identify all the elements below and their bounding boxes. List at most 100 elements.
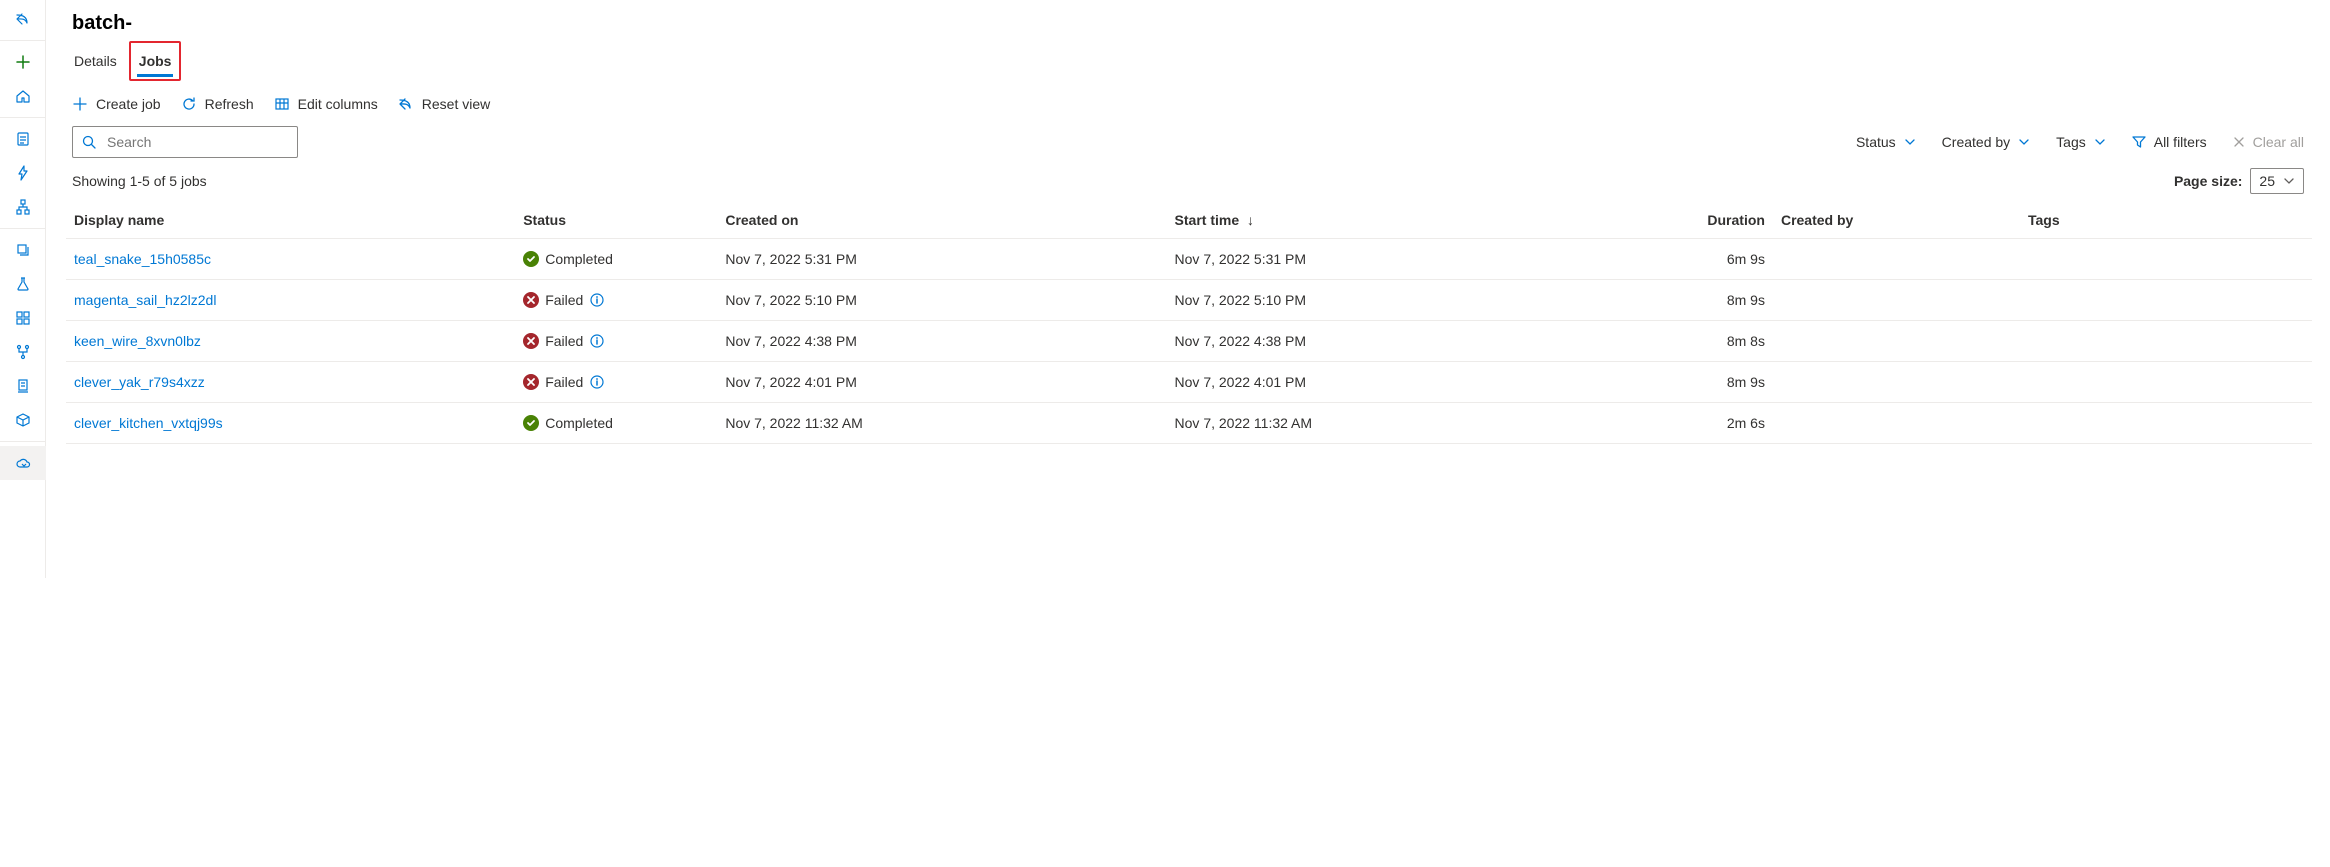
status-text: Failed xyxy=(545,292,583,308)
cell-created-on: Nov 7, 2022 5:31 PM xyxy=(717,239,1166,280)
page-size-label: Page size: xyxy=(2174,173,2242,189)
table-row: keen_wire_8xvn0lbz Failed Nov 7, 2022 4:38… xyxy=(66,321,2312,362)
bolt-icon[interactable] xyxy=(0,156,46,190)
page-size: Page size: 25 xyxy=(2174,168,2304,194)
search-icon xyxy=(81,134,97,150)
home-icon[interactable] xyxy=(0,79,46,113)
page-title: batch- xyxy=(72,12,2330,35)
filter-tags[interactable]: Tags xyxy=(2056,134,2106,150)
status-failed-icon xyxy=(523,333,539,349)
results-summary: Showing 1-5 of 5 jobs xyxy=(72,173,207,189)
cell-created-by xyxy=(1773,239,2020,280)
clear-all-label: Clear all xyxy=(2253,134,2304,150)
page-size-value: 25 xyxy=(2259,173,2275,189)
cell-tags xyxy=(2020,362,2312,403)
col-tags[interactable]: Tags xyxy=(2020,202,2312,239)
filter-created-by[interactable]: Created by xyxy=(1942,134,2030,150)
search-box[interactable] xyxy=(72,126,298,158)
chevron-down-icon xyxy=(1904,136,1916,148)
server-icon[interactable] xyxy=(0,369,46,403)
sort-desc-icon: ↓ xyxy=(1247,212,1254,228)
cell-status: Completed xyxy=(515,403,717,444)
tab-jobs[interactable]: Jobs xyxy=(137,47,174,77)
clipboard-icon[interactable] xyxy=(0,122,46,156)
job-link[interactable]: magenta_sail_hz2lz2dl xyxy=(74,292,216,308)
edit-columns-button[interactable]: Edit columns xyxy=(274,96,378,112)
page-size-select[interactable]: 25 xyxy=(2250,168,2304,194)
sidebar-divider xyxy=(0,228,45,229)
status-text: Failed xyxy=(545,374,583,390)
cell-created-on: Nov 7, 2022 4:38 PM xyxy=(717,321,1166,362)
job-link[interactable]: clever_kitchen_vxtqj99s xyxy=(74,415,223,431)
col-status[interactable]: Status xyxy=(515,202,717,239)
cube-icon[interactable] xyxy=(0,403,46,437)
table-row: magenta_sail_hz2lz2dl Failed Nov 7, 2022 5… xyxy=(66,280,2312,321)
cell-created-by xyxy=(1773,403,2020,444)
cell-display-name: magenta_sail_hz2lz2dl xyxy=(66,280,515,321)
col-start-time[interactable]: Start time ↓ xyxy=(1167,202,1661,239)
col-created-on[interactable]: Created on xyxy=(717,202,1166,239)
filter-all[interactable]: All filters xyxy=(2132,134,2207,150)
filter-status[interactable]: Status xyxy=(1856,134,1916,150)
cell-duration: 8m 9s xyxy=(1661,362,1773,403)
status-text: Completed xyxy=(545,415,613,431)
flask-icon[interactable] xyxy=(0,267,46,301)
sidebar-divider xyxy=(0,441,45,442)
grid-icon[interactable] xyxy=(0,301,46,335)
col-display-name[interactable]: Display name xyxy=(66,202,515,239)
job-link[interactable]: teal_snake_15h0585c xyxy=(74,251,211,267)
cell-duration: 6m 9s xyxy=(1661,239,1773,280)
cell-created-by xyxy=(1773,362,2020,403)
cell-tags xyxy=(2020,321,2312,362)
stack-icon[interactable] xyxy=(0,233,46,267)
col-duration[interactable]: Duration xyxy=(1661,202,1773,239)
search-input[interactable] xyxy=(105,133,290,151)
branch-icon[interactable] xyxy=(0,335,46,369)
hierarchy-icon[interactable] xyxy=(0,190,46,224)
filter-icon xyxy=(2132,135,2146,149)
cell-display-name: clever_kitchen_vxtqj99s xyxy=(66,403,515,444)
refresh-icon xyxy=(181,96,197,112)
cell-tags xyxy=(2020,239,2312,280)
toolbar: Create job Refresh Edit columns Reset vi… xyxy=(72,96,2330,112)
refresh-button[interactable]: Refresh xyxy=(181,96,254,112)
job-link[interactable]: clever_yak_r79s4xzz xyxy=(74,374,205,390)
job-link[interactable]: keen_wire_8xvn0lbz xyxy=(74,333,201,349)
cell-tags xyxy=(2020,403,2312,444)
main-content: batch- Details Jobs Create job Refresh xyxy=(46,0,2330,578)
tabs: Details Jobs xyxy=(72,47,2330,78)
back-icon[interactable] xyxy=(0,2,46,36)
cell-display-name: keen_wire_8xvn0lbz xyxy=(66,321,515,362)
status-text: Failed xyxy=(545,333,583,349)
info-icon[interactable] xyxy=(589,374,605,390)
close-icon xyxy=(2233,136,2245,148)
clear-all-button[interactable]: Clear all xyxy=(2233,134,2304,150)
edit-columns-label: Edit columns xyxy=(298,96,378,112)
cell-start-time: Nov 7, 2022 5:31 PM xyxy=(1167,239,1661,280)
table-row: teal_snake_15h0585cCompletedNov 7, 2022 … xyxy=(66,239,2312,280)
info-icon[interactable] xyxy=(589,333,605,349)
tab-details[interactable]: Details xyxy=(72,47,119,77)
filter-bar: Status Created by Tags xyxy=(1856,134,2304,150)
create-job-button[interactable]: Create job xyxy=(72,96,161,112)
status-failed-icon xyxy=(523,292,539,308)
plus-icon xyxy=(72,96,88,112)
sidebar-divider xyxy=(0,117,45,118)
cell-duration: 8m 8s xyxy=(1661,321,1773,362)
cell-created-by xyxy=(1773,280,2020,321)
filter-all-label: All filters xyxy=(2154,134,2207,150)
cell-created-on: Nov 7, 2022 11:32 AM xyxy=(717,403,1166,444)
refresh-label: Refresh xyxy=(205,96,254,112)
info-icon[interactable] xyxy=(589,292,605,308)
filter-tags-label: Tags xyxy=(2056,134,2086,150)
table-row: clever_kitchen_vxtqj99s Completed Nov 7, 2… xyxy=(66,403,2312,444)
tab-jobs-label: Jobs xyxy=(139,53,172,69)
cell-start-time: Nov 7, 2022 4:38 PM xyxy=(1167,321,1661,362)
cloud-icon[interactable] xyxy=(0,446,46,480)
cell-start-time: Nov 7, 2022 5:10 PM xyxy=(1167,280,1661,321)
reset-view-button[interactable]: Reset view xyxy=(398,96,490,112)
filter-status-label: Status xyxy=(1856,134,1896,150)
col-created-by[interactable]: Created by xyxy=(1773,202,2020,239)
col-start-time-label: Start time xyxy=(1175,212,1240,228)
add-icon[interactable] xyxy=(0,45,46,79)
